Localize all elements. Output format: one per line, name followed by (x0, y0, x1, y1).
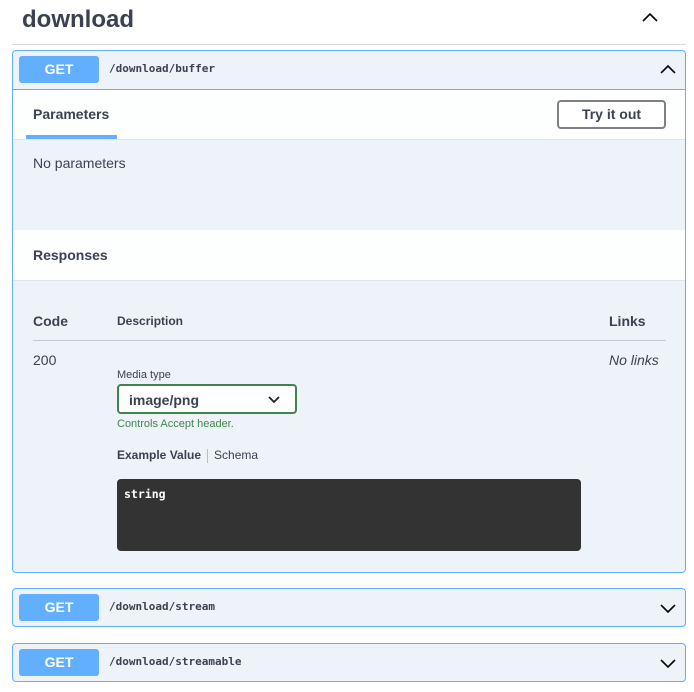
parameters-header: Parameters Try it out (13, 90, 685, 140)
responses-title: Responses (33, 247, 108, 263)
operation-summary[interactable]: GET /download/streamable (13, 644, 685, 681)
operation-path: /download/stream (109, 600, 215, 613)
media-type-hint: Controls Accept header. (117, 418, 234, 430)
method-badge: GET (19, 56, 99, 83)
table-header-divider (33, 340, 666, 341)
column-header-code: Code (33, 313, 68, 329)
chevron-down-icon (267, 392, 281, 406)
operation-download-buffer: GET /download/buffer Parameters Try it o… (12, 50, 686, 573)
example-tabs: Example Value Schema (117, 448, 258, 463)
method-badge: GET (19, 649, 99, 676)
operation-summary[interactable]: GET /download/stream (13, 589, 685, 626)
section-header[interactable]: download (12, 0, 686, 45)
chevron-up-icon[interactable] (640, 8, 660, 28)
response-code: 200 (33, 352, 57, 368)
section-title: download (22, 6, 134, 33)
no-parameters-text: No parameters (33, 155, 126, 171)
operation-path: /download/buffer (109, 62, 215, 75)
chevron-down-icon[interactable] (658, 598, 678, 618)
media-type-label: Media type (117, 369, 171, 381)
column-header-links: Links (609, 313, 646, 329)
example-code: string (124, 487, 166, 501)
media-type-value: image/png (129, 392, 200, 408)
method-badge: GET (19, 594, 99, 621)
chevron-down-icon[interactable] (658, 653, 678, 673)
tab-parameters[interactable]: Parameters (33, 106, 109, 122)
column-header-description: Description (117, 314, 184, 328)
tab-schema[interactable]: Schema (214, 448, 258, 462)
example-code-block: string (117, 479, 581, 551)
tab-example-value[interactable]: Example Value (117, 448, 201, 462)
try-it-out-button[interactable]: Try it out (557, 100, 666, 129)
operation-path: /download/streamable (109, 655, 242, 668)
responses-header: Responses (13, 230, 685, 281)
operation-summary[interactable]: GET /download/buffer (13, 51, 685, 88)
response-links: No links (609, 352, 659, 368)
tab-divider (207, 448, 209, 463)
chevron-up-icon[interactable] (658, 60, 678, 80)
operation-download-stream[interactable]: GET /download/stream (12, 588, 686, 627)
media-type-select[interactable]: image/png (117, 384, 297, 414)
operation-download-streamable[interactable]: GET /download/streamable (12, 643, 686, 682)
tab-active-indicator (26, 135, 117, 139)
